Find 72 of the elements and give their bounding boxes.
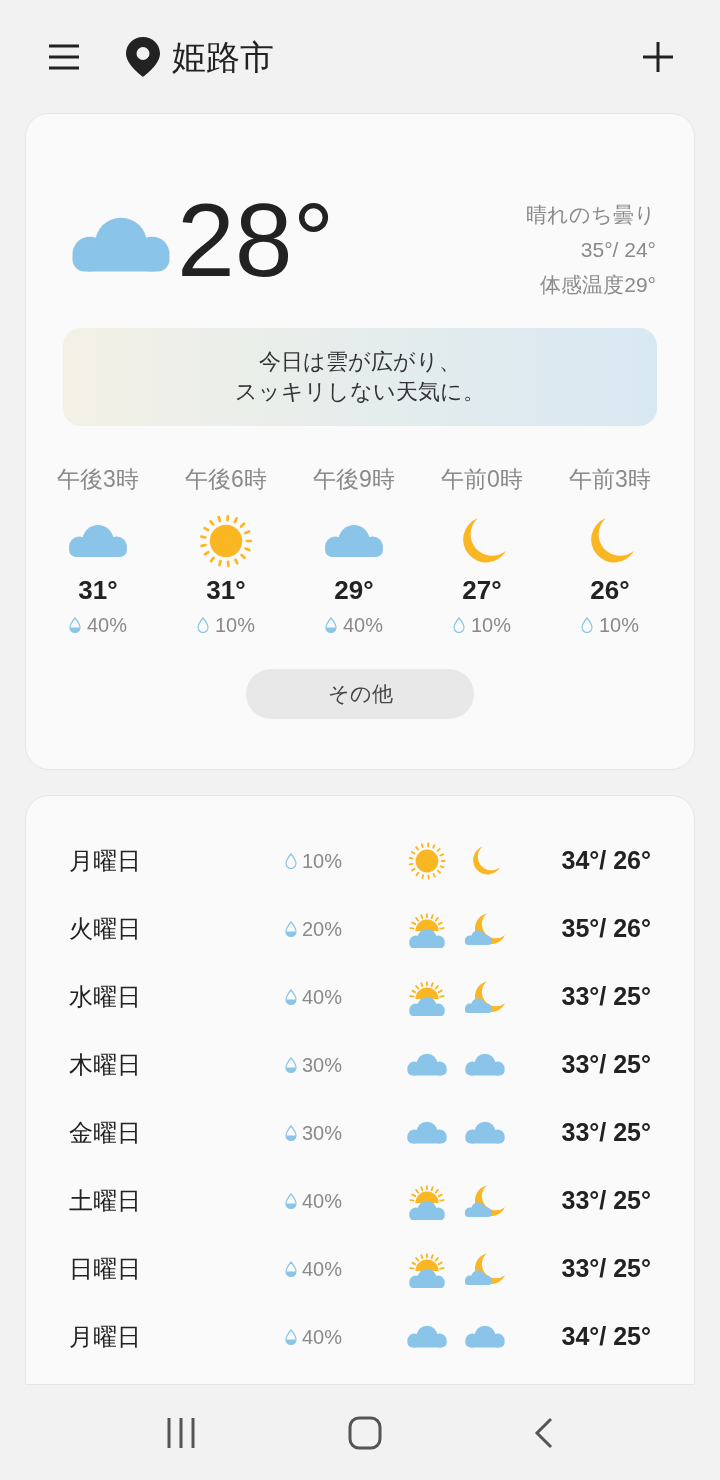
recent-apps-icon[interactable]	[166, 1416, 196, 1449]
day-label: 木曜日	[69, 1050, 142, 1080]
sun-behind-cloud-icon	[406, 1182, 448, 1220]
hour-temperature: 26°	[590, 577, 630, 603]
hour-temperature: 29°	[334, 577, 374, 603]
precipitation-text: 40%	[343, 615, 383, 635]
precipitation-text: 10%	[215, 615, 255, 635]
hour-temperature: 31°	[206, 577, 246, 603]
precipitation-text: 40%	[302, 1325, 343, 1350]
back-icon[interactable]	[534, 1416, 554, 1449]
cloud-icon	[406, 1121, 448, 1145]
hour-label: 午後9時	[313, 468, 395, 491]
cloud-icon	[67, 523, 129, 559]
cloud-icon	[406, 1053, 448, 1077]
precipitation-text: 40%	[302, 985, 343, 1010]
hour-temperature: 27°	[462, 577, 502, 603]
sun-icon	[199, 514, 253, 568]
day-label: 土曜日	[69, 1186, 142, 1216]
day-label: 水曜日	[69, 982, 142, 1012]
precipitation-text: 30%	[302, 1121, 343, 1146]
day-label: 月曜日	[69, 1322, 142, 1352]
city-name: 姫路市	[172, 39, 274, 74]
precipitation-text: 30%	[302, 1053, 343, 1078]
hour-label: 午後6時	[185, 468, 267, 491]
menu-icon[interactable]	[48, 43, 80, 70]
current-temperature: 28°	[177, 188, 335, 292]
cloud-icon	[464, 1053, 506, 1077]
cloud-icon	[406, 1325, 448, 1349]
day-label: 日曜日	[69, 1254, 142, 1284]
high-low-temperature: 35°/ 26°	[561, 913, 651, 945]
summary-text: 今日は雲が広がり、	[259, 348, 461, 376]
cloud-icon	[69, 216, 173, 274]
high-low-temperature: 34°/ 26°	[561, 845, 651, 877]
precipitation-text: 40%	[302, 1257, 343, 1282]
hour-temperature: 31°	[78, 577, 118, 603]
high-low-temperature: 33°/ 25°	[561, 1253, 651, 1285]
precipitation-text: 20%	[302, 917, 343, 942]
sun-behind-cloud-icon	[406, 1250, 448, 1288]
moon-cloud-icon	[464, 1250, 506, 1288]
feels-like-text: 体感温度29°	[540, 272, 656, 298]
cloud-icon	[464, 1325, 506, 1349]
summary-text: スッキリしない天気に。	[235, 378, 485, 406]
cloud-icon	[464, 1121, 506, 1145]
moon-cloud-icon	[464, 910, 506, 948]
precipitation-text: 40%	[87, 615, 127, 635]
day-label: 火曜日	[69, 914, 142, 944]
sun-behind-cloud-icon	[406, 978, 448, 1016]
day-label: 月曜日	[69, 846, 142, 876]
high-low-temperature: 34°/ 25°	[561, 1321, 651, 1353]
precipitation-text: 10%	[471, 615, 511, 635]
precipitation-text: 10%	[302, 849, 343, 874]
high-low-temperature: 33°/ 25°	[561, 1117, 651, 1149]
add-icon[interactable]	[642, 40, 674, 73]
cloud-icon	[323, 523, 385, 559]
hour-label: 午後3時	[57, 468, 139, 491]
moon-cloud-icon	[464, 978, 506, 1016]
hour-label: 午前3時	[569, 468, 651, 491]
hour-label: 午前0時	[441, 468, 523, 491]
sun-icon	[408, 842, 446, 880]
day-label: 金曜日	[69, 1118, 142, 1148]
location-pin-icon	[126, 36, 160, 77]
high-low-temperature: 33°/ 25°	[561, 981, 651, 1013]
condition-text: 晴れのち曇り	[526, 202, 656, 228]
sun-behind-cloud-icon	[406, 910, 448, 948]
precipitation-text: 10%	[599, 615, 639, 635]
high-low-temperature: 33°/ 25°	[561, 1185, 651, 1217]
more-button[interactable]: その他	[246, 669, 474, 719]
high-low-temperature: 35°/ 24°	[580, 237, 656, 263]
high-low-temperature: 33°/ 25°	[561, 1049, 651, 1081]
precipitation-text: 40%	[302, 1189, 343, 1214]
moon-cloud-icon	[464, 1182, 506, 1220]
home-icon[interactable]	[348, 1415, 382, 1450]
